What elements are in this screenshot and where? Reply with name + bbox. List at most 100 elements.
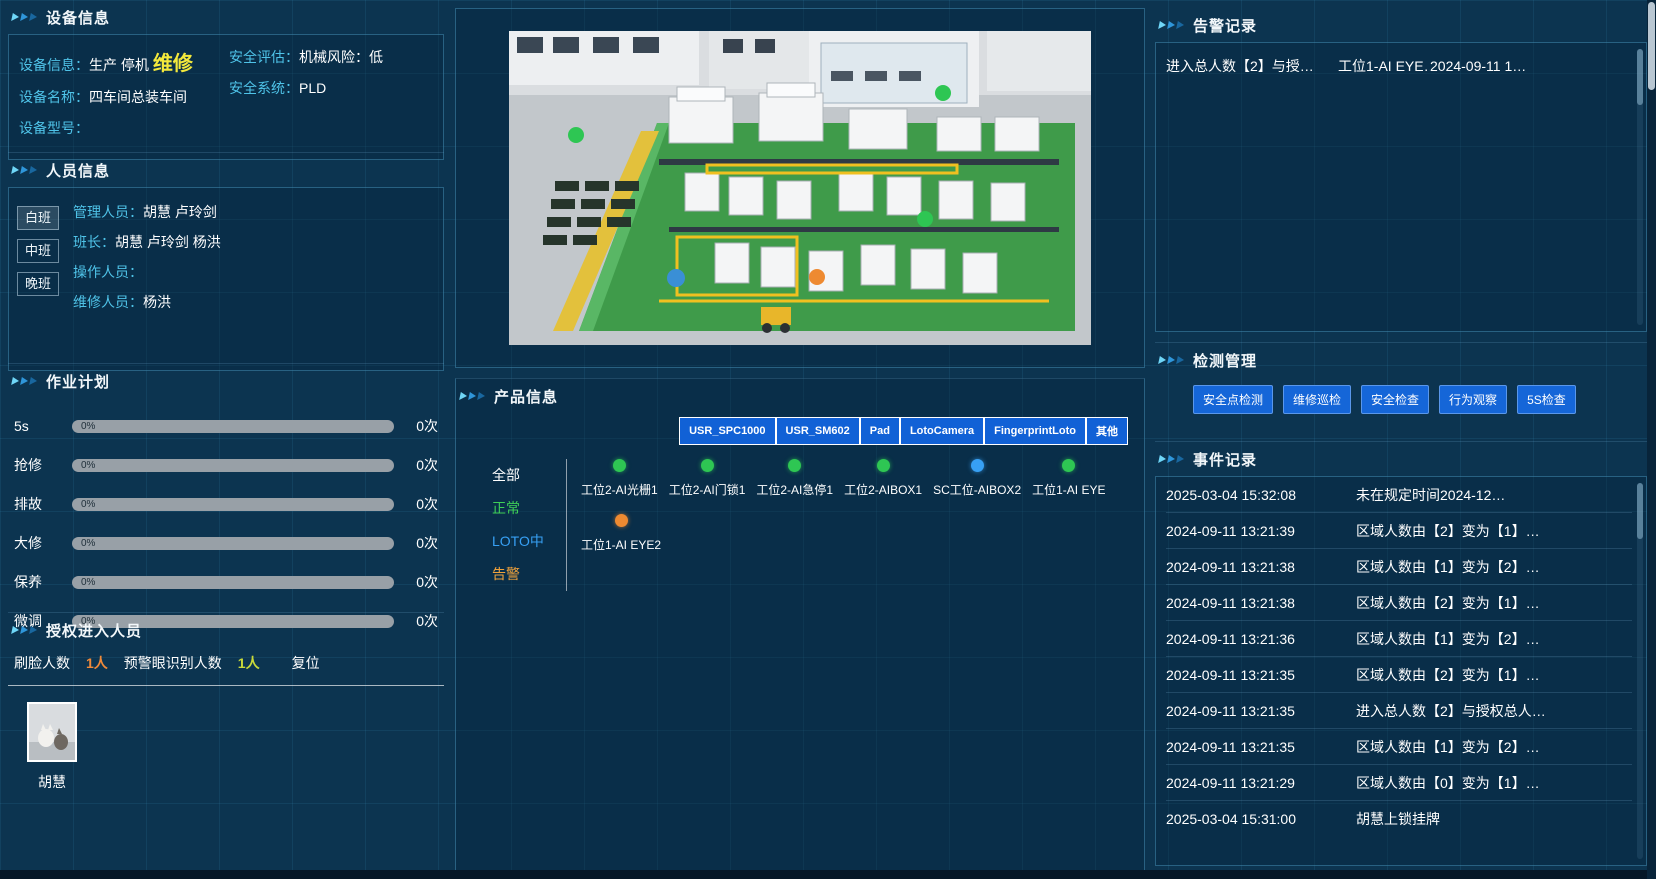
filter-alarm[interactable]: 告警 [492,564,552,584]
safety-inspection-button[interactable]: 安全检查 [1361,385,1429,414]
device-status-value: 生产 停机 [89,57,149,73]
device-status-item[interactable]: SC工位-AIBOX2 [933,459,1021,498]
event-text: 区域人数由【1】变为【2】… [1356,629,1632,649]
event-row[interactable]: 2024-09-11 13:21:35 区域人数由【1】变为【2】… [1166,729,1632,765]
status-filters: 全部 正常 LOTO中 告警 [456,459,552,591]
warn-count-value: 1人 [238,653,260,673]
event-text: 未在规定时间2024-12… [1356,485,1632,505]
event-row[interactable]: 2024-09-11 13:21:36 区域人数由【1】变为【2】… [1166,621,1632,657]
status-dot [971,459,984,472]
five-s-check-button[interactable]: 5S检查 [1517,385,1576,414]
source-button-usr-sm602[interactable]: USR_SM602 [776,417,860,445]
work-plan-row-count: 0次 [394,572,438,592]
reset-button[interactable]: 复位 [292,653,320,673]
product-info-panel: 产品信息 USR_SPC1000 USR_SM602 Pad LotoCamer… [455,378,1145,876]
authorized-header: 授权进入人员 [8,613,444,647]
device-name-label: 设备名称： [19,89,89,105]
product-info-header: 产品信息 [456,379,1144,413]
factory-3d-view[interactable] [509,31,1091,345]
events-scrollbar[interactable] [1637,483,1643,859]
source-button-usr-spc1000[interactable]: USR_SPC1000 [679,417,775,445]
page-vertical-scrollbar[interactable] [1647,0,1656,879]
progress-bar: 0% [72,459,394,472]
product-source-buttons: USR_SPC1000 USR_SM602 Pad LotoCamera Fin… [456,417,1128,445]
event-row[interactable]: 2024-09-11 13:21:38 区域人数由【2】变为【1】… [1166,585,1632,621]
safety-system-value: PLD [299,80,326,96]
event-time: 2024-09-11 13:21:38 [1166,559,1356,575]
alarm-records-title: 告警记录 [1193,15,1257,36]
device-status-field: 设备信息：生产 停机维修 [19,47,229,76]
device-status-label: 设备信息： [19,57,89,73]
warn-count-label: 预警眼识别人数 [124,653,222,673]
event-time: 2024-09-11 13:21:35 [1166,667,1356,683]
work-plan-row-count: 0次 [394,455,438,475]
page-vertical-scrollbar-thumb[interactable] [1648,2,1655,90]
manager-field: 管理人员：胡慧 卢玲剑 [73,202,433,222]
shift-tab-night[interactable]: 晚班 [17,272,59,296]
safety-spot-check-button[interactable]: 安全点检测 [1193,385,1273,414]
event-text: 区域人数由【1】变为【2】… [1356,737,1632,757]
work-plan-row-label: 排故 [14,494,72,514]
page-horizontal-scrollbar[interactable] [0,870,1656,879]
filter-loto[interactable]: LOTO中 [492,531,552,551]
source-button-other[interactable]: 其他 [1086,417,1128,445]
event-row[interactable]: 2025-03-04 15:31:00 胡慧上锁挂牌 [1166,801,1632,836]
event-row[interactable]: 2024-09-11 13:21:38 区域人数由【1】变为【2】… [1166,549,1632,585]
person-name: 胡慧 [22,772,82,792]
personnel-header: 人员信息 [8,153,444,187]
shift-tab-middle[interactable]: 中班 [17,239,59,263]
filter-all[interactable]: 全部 [492,465,552,485]
alarm-scrollbar-thumb[interactable] [1637,49,1643,105]
device-name-value: 四车间总装车间 [89,89,187,105]
events-scrollbar-thumb[interactable] [1637,483,1643,539]
face-count-label: 刷脸人数 [14,653,70,673]
work-plan-row-count: 0次 [394,494,438,514]
event-time: 2025-03-04 15:31:00 [1166,811,1356,827]
event-text: 区域人数由【0】变为【1】… [1356,773,1632,793]
source-button-fingerprintloto[interactable]: FingerprintLoto [984,417,1086,445]
behavior-observe-button[interactable]: 行为观察 [1439,385,1507,414]
person-photo [27,702,77,762]
maintainer-field: 维修人员：杨洪 [73,292,433,312]
work-plan-row-label: 保养 [14,572,72,592]
source-button-lotocamera[interactable]: LotoCamera [900,417,984,445]
shift-tab-day[interactable]: 白班 [17,206,59,230]
event-time: 2024-09-11 13:21:38 [1166,595,1356,611]
source-button-pad[interactable]: Pad [860,417,900,445]
authorized-title: 授权进入人员 [46,620,142,641]
work-plan-title: 作业计划 [46,371,110,392]
foreman-field: 班长：胡慧 卢玲剑 杨洪 [73,232,433,252]
person-card[interactable]: 胡慧 [22,702,82,792]
factory-3d-render [509,31,1091,345]
device-status-item[interactable]: 工位2-AI光栅1 [581,459,658,498]
maintenance-patrol-button[interactable]: 维修巡检 [1283,385,1351,414]
status-dot [701,459,714,472]
event-row[interactable]: 2024-09-11 13:21:35 进入总人数【2】与授权总人… [1166,693,1632,729]
device-status-item[interactable]: 工位1-AI EYE [1032,459,1105,498]
operator-label: 操作人员： [73,264,143,280]
device-status-item[interactable]: 工位2-AI急停1 [756,459,833,498]
safety-assess-value: 机械风险：低 [299,49,383,65]
safety-assess-label: 安全评估： [229,49,299,65]
device-label: 工位2-AI急停1 [756,481,833,498]
progress-percent: 0% [81,420,95,433]
alarm-scrollbar[interactable] [1637,49,1643,325]
alarm-row[interactable]: 进入总人数【2】与授… 工位1-AI EYE… 2024-09-11 1… [1166,47,1632,85]
triple-chevron-icon [1158,21,1185,29]
alarm-time: 2024-09-11 1… [1430,58,1632,74]
event-row[interactable]: 2025-03-04 15:32:08 未在规定时间2024-12… [1166,477,1632,513]
left-column: 设备信息 设备信息：生产 停机维修 设备名称：四车间总装车间 设备型号： 安全评… [8,0,444,879]
filter-divider [566,459,567,591]
event-row[interactable]: 2024-09-11 13:21:29 区域人数由【0】变为【1】… [1166,765,1632,801]
event-records-header: 事件记录 [1155,442,1647,476]
device-status-item[interactable]: 工位2-AIBOX1 [844,459,922,498]
filter-normal[interactable]: 正常 [492,498,552,518]
event-row[interactable]: 2024-09-11 13:21:35 区域人数由【2】变为【1】… [1166,657,1632,693]
factory-view-panel [455,8,1145,368]
personnel-title: 人员信息 [46,160,110,181]
device-status-item[interactable]: 工位1-AI EYE2 [581,514,661,553]
event-row[interactable]: 2024-09-11 13:21:39 区域人数由【2】变为【1】… [1166,513,1632,549]
device-status-item[interactable]: 工位2-AI门锁1 [669,459,746,498]
shift-tabs: 白班 中班 晚班 [17,206,65,370]
event-text: 区域人数由【2】变为【1】… [1356,665,1632,685]
